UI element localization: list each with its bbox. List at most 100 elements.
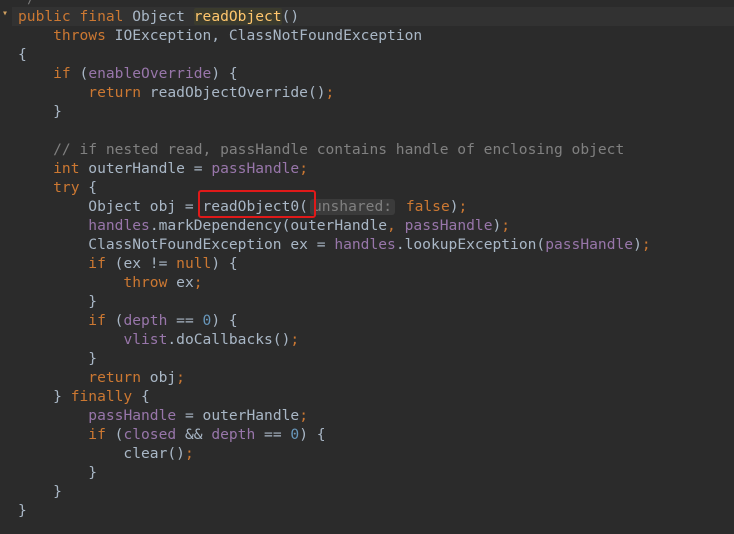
code-token: () xyxy=(281,8,300,25)
code-token: } xyxy=(18,350,98,367)
code-line[interactable]: } xyxy=(18,463,97,482)
code-token: // if nested read, passHandle contains h… xyxy=(18,141,625,158)
code-line[interactable]: throws IOException, ClassNotFoundExcepti… xyxy=(18,26,422,45)
code-token: ; xyxy=(299,160,308,177)
code-token: throws xyxy=(18,27,115,44)
code-line[interactable]: int outerHandle = passHandle; xyxy=(18,159,308,178)
code-token: 0 xyxy=(290,426,300,443)
code-token: } xyxy=(18,293,98,310)
code-token: .markDependency(outerHandle xyxy=(149,217,388,234)
code-token: == xyxy=(255,426,291,443)
code-token: passHandle xyxy=(545,236,634,253)
code-token: null xyxy=(176,255,212,272)
code-token: && xyxy=(176,426,212,443)
code-line[interactable]: } xyxy=(18,501,27,520)
code-line[interactable]: vlist.doCallbacks(); xyxy=(18,330,299,349)
code-line[interactable]: } xyxy=(18,482,62,501)
parameter-hint: unshared: xyxy=(309,199,396,215)
code-token: Object xyxy=(132,8,194,25)
code-token: == xyxy=(167,312,203,329)
code-line[interactable]: } finally { xyxy=(18,387,150,406)
code-token: handles xyxy=(88,217,150,234)
code-token: try xyxy=(18,179,89,196)
code-token: passHandle xyxy=(404,217,493,234)
code-token: return xyxy=(18,369,150,386)
code-token: depth xyxy=(123,312,168,329)
code-token: ; xyxy=(501,217,511,234)
code-line[interactable]: if (ex != null) { xyxy=(18,254,238,273)
code-token: ; xyxy=(641,236,651,253)
code-token: } xyxy=(18,388,71,405)
code-token: enableOverride xyxy=(88,65,212,82)
code-token: } xyxy=(18,103,62,120)
code-token: handles xyxy=(334,236,396,253)
code-token: public final xyxy=(18,8,133,25)
code-token: ) xyxy=(449,198,459,215)
code-token: ) { xyxy=(211,255,238,272)
code-token: } xyxy=(18,464,98,481)
code-token: if xyxy=(18,426,115,443)
code-token: { xyxy=(88,179,98,196)
code-line[interactable]: if (depth == 0) { xyxy=(18,311,238,330)
code-token: passHandle xyxy=(211,160,300,177)
code-token: IOException, ClassNotFoundException xyxy=(114,27,423,44)
annotation-highlight-box xyxy=(198,190,316,218)
code-line[interactable]: } xyxy=(18,349,97,368)
code-token: ClassNotFoundException ex = xyxy=(18,236,335,253)
code-token: ; xyxy=(184,445,194,462)
code-line[interactable]: // if nested read, passHandle contains h… xyxy=(18,140,624,159)
code-token: ) { xyxy=(211,312,238,329)
code-token: passHandle xyxy=(88,407,177,424)
code-token: .doCallbacks() xyxy=(167,331,291,348)
code-token: ( xyxy=(79,65,89,82)
code-token: Object obj = xyxy=(18,198,203,215)
code-token: ex xyxy=(176,274,194,291)
code-token: ) xyxy=(633,236,642,253)
code-token: false xyxy=(397,198,450,215)
code-token: int xyxy=(18,160,89,177)
code-line[interactable]: return readObjectOverride(); xyxy=(18,83,334,102)
code-token: ) { xyxy=(211,65,238,82)
editor-gutter[interactable] xyxy=(0,0,12,534)
code-token: clear() xyxy=(18,445,185,462)
code-line[interactable]: public final Object readObject() xyxy=(18,7,299,26)
code-token: depth xyxy=(211,426,256,443)
code-line[interactable]: try { xyxy=(18,178,97,197)
code-token: if xyxy=(18,65,80,82)
code-token: vlist xyxy=(123,331,168,348)
code-token: { xyxy=(141,388,150,405)
code-token: ; xyxy=(176,369,185,386)
code-line[interactable]: } xyxy=(18,292,97,311)
code-token: } xyxy=(18,502,27,519)
code-token: ) xyxy=(492,217,502,234)
code-token: .lookupException( xyxy=(395,236,546,253)
code-token: = outerHandle xyxy=(176,407,300,424)
code-line[interactable]: throw ex; xyxy=(18,273,203,292)
code-line[interactable]: if (enableOverride) { xyxy=(18,64,238,83)
code-token: ; xyxy=(458,198,468,215)
code-token: ; xyxy=(193,274,203,291)
code-line[interactable]: { xyxy=(18,45,27,64)
code-token: outerHandle = xyxy=(88,160,212,177)
code-token: ; xyxy=(290,331,300,348)
code-token: ) { xyxy=(299,426,326,443)
code-token: throw xyxy=(18,274,177,291)
code-editor[interactable]: */ ▾ public final Object readObject() th… xyxy=(0,0,734,534)
code-line[interactable]: handles.markDependency(outerHandle, pass… xyxy=(18,216,510,235)
code-token: obj xyxy=(149,369,177,386)
code-line[interactable]: clear(); xyxy=(18,444,194,463)
code-line[interactable]: if (closed && depth == 0) { xyxy=(18,425,326,444)
code-line[interactable]: return obj; xyxy=(18,368,185,387)
code-token: if xyxy=(18,255,115,272)
code-token: finally xyxy=(70,388,142,405)
code-line[interactable]: ClassNotFoundException ex = handles.look… xyxy=(18,235,651,254)
fold-arrow-icon[interactable]: ▾ xyxy=(2,9,10,19)
code-token: return xyxy=(18,84,150,101)
code-line[interactable]: passHandle = outerHandle; xyxy=(18,406,308,425)
code-token: } xyxy=(18,483,62,500)
code-token: closed xyxy=(123,426,177,443)
code-line[interactable]: } xyxy=(18,102,62,121)
code-token: readObject xyxy=(193,8,282,25)
